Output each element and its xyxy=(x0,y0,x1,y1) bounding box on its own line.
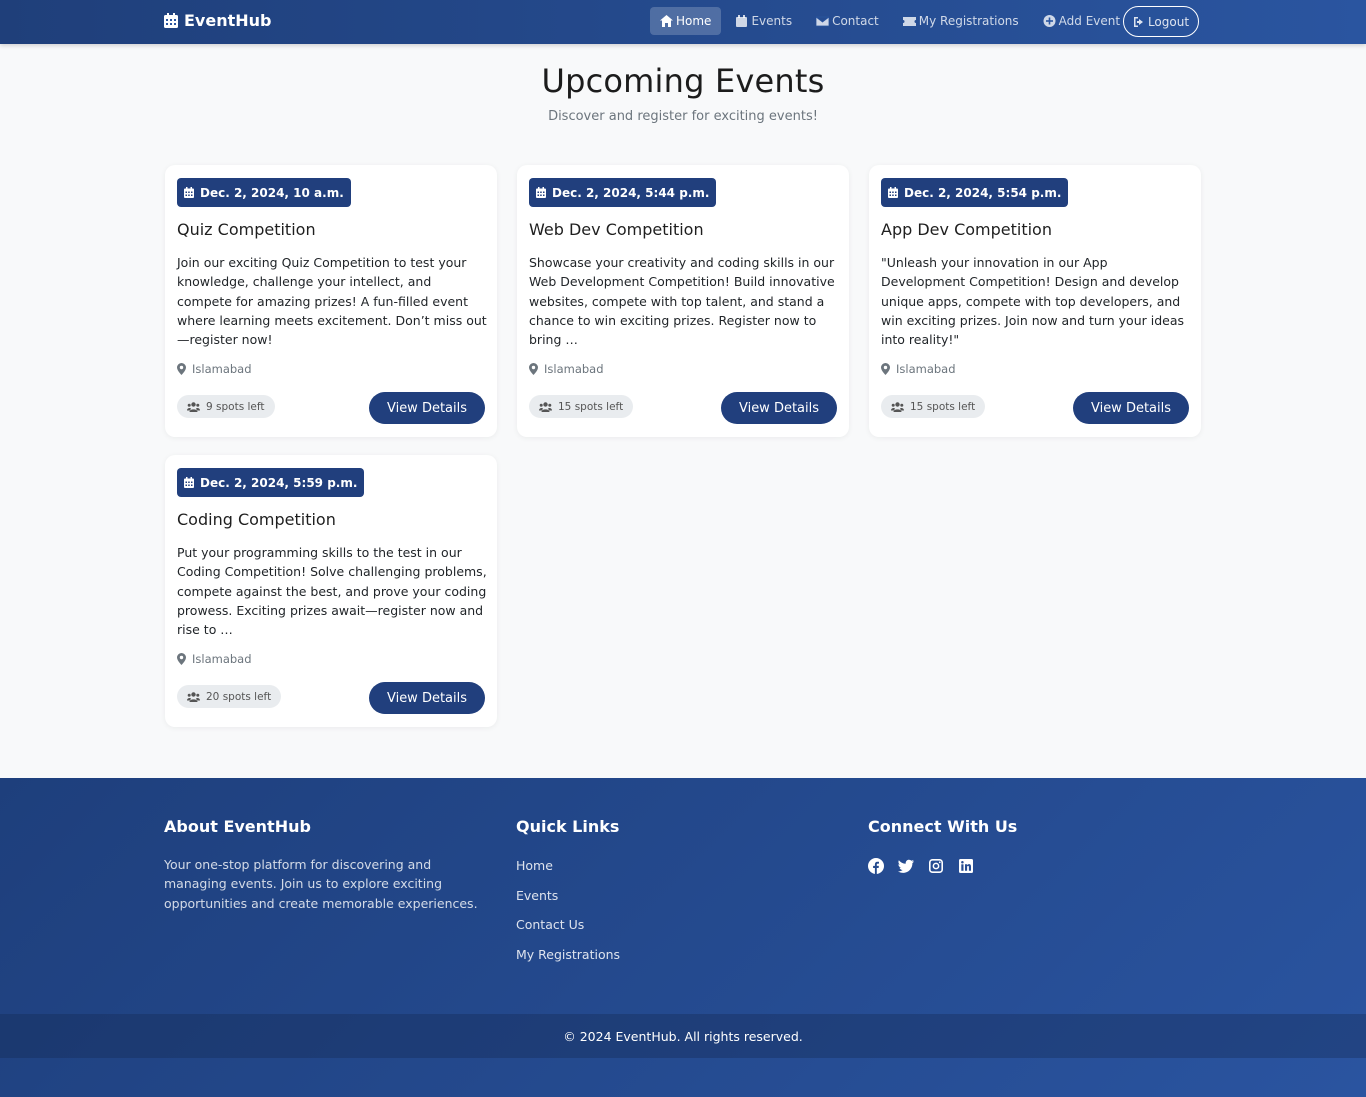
calendar-icon xyxy=(164,13,178,28)
facebook-icon[interactable] xyxy=(868,858,885,875)
nav-my-registrations[interactable]: My Registrations xyxy=(893,7,1029,35)
view-details-button[interactable]: View Details xyxy=(369,392,485,424)
event-description: "Unleash your innovation in our App Deve… xyxy=(881,255,1184,348)
event-date: Dec. 2, 2024, 5:44 p.m. xyxy=(552,185,710,200)
calendar-icon xyxy=(536,187,546,198)
event-title: Quiz Competition xyxy=(177,220,316,239)
spots-badge: 20 spots left xyxy=(177,685,282,708)
view-details-button[interactable]: View Details xyxy=(1073,392,1189,424)
spots-badge: 9 spots left xyxy=(177,395,275,418)
event-location-label: Islamabad xyxy=(896,362,956,376)
footer-link-my-registrations[interactable]: My Registrations xyxy=(516,945,620,964)
sign-out-icon xyxy=(1133,16,1143,27)
spots-left: 15 spots left xyxy=(910,400,976,413)
map-marker-icon xyxy=(529,363,538,375)
event-location-label: Islamabad xyxy=(192,652,252,666)
nav-home[interactable]: Home xyxy=(650,7,722,35)
nav-events-label: Events xyxy=(751,14,793,28)
nav-my-registrations-label: My Registrations xyxy=(918,14,1019,28)
map-marker-icon xyxy=(881,363,890,375)
date-badge: Dec. 2, 2024, 10 a.m. xyxy=(177,178,351,207)
event-location: Islamabad xyxy=(177,362,252,376)
calendar-icon xyxy=(184,187,194,198)
view-details-button[interactable]: View Details xyxy=(369,682,485,714)
footer-link-home[interactable]: Home xyxy=(516,856,620,875)
logout-label: Logout xyxy=(1147,14,1190,29)
nav-contact-label: Contact xyxy=(832,14,879,28)
footer-link-contact[interactable]: Contact Us xyxy=(516,915,620,934)
footer-link-events[interactable]: Events xyxy=(516,886,620,905)
spots-badge: 15 spots left xyxy=(529,395,634,418)
calendar-icon xyxy=(736,15,748,27)
event-description: Put your programming skills to the test … xyxy=(177,545,487,638)
users-icon xyxy=(187,691,200,702)
event-card: Dec. 2, 2024, 5:59 p.m. Coding Competiti… xyxy=(165,455,497,727)
spots-badge: 15 spots left xyxy=(881,395,986,418)
page-title: Upcoming Events xyxy=(541,62,825,100)
brand-name: EventHub xyxy=(184,11,272,30)
footer-quick-links: Home Events Contact Us My Registrations xyxy=(516,856,620,974)
spots-left: 20 spots left xyxy=(206,690,272,703)
footer-connect-title: Connect With Us xyxy=(868,817,1018,836)
event-date: Dec. 2, 2024, 10 a.m. xyxy=(200,185,344,200)
copyright-bar: © 2024 EventHub. All rights reserved. xyxy=(0,1014,1366,1058)
map-marker-icon xyxy=(177,653,186,665)
event-title: App Dev Competition xyxy=(881,220,1052,239)
event-card: Dec. 2, 2024, 10 a.m. Quiz Competition J… xyxy=(165,165,497,437)
event-card: Dec. 2, 2024, 5:54 p.m. App Dev Competit… xyxy=(869,165,1201,437)
brand-logo[interactable]: EventHub xyxy=(164,11,271,30)
date-badge: Dec. 2, 2024, 5:44 p.m. xyxy=(529,178,717,207)
linkedin-icon[interactable] xyxy=(958,858,975,875)
footer-about-text: Your one-stop platform for discovering a… xyxy=(164,857,478,911)
event-date: Dec. 2, 2024, 5:54 p.m. xyxy=(904,185,1062,200)
event-location-label: Islamabad xyxy=(192,362,252,376)
plus-circle-icon xyxy=(1043,15,1056,27)
event-location-label: Islamabad xyxy=(544,362,604,376)
nav-events[interactable]: Events xyxy=(725,7,802,35)
navbar: EventHub Home Events Contact My Registra… xyxy=(0,0,1366,44)
date-badge: Dec. 2, 2024, 5:59 p.m. xyxy=(177,468,365,497)
users-icon xyxy=(187,401,200,412)
event-description: Join our exciting Quiz Competition to te… xyxy=(177,255,487,348)
envelope-icon xyxy=(816,16,830,27)
event-date: Dec. 2, 2024, 5:59 p.m. xyxy=(200,475,358,490)
logout-button[interactable]: Logout xyxy=(1123,6,1199,37)
home-icon xyxy=(660,15,673,27)
footer: About EventHub Your one-stop platform fo… xyxy=(0,778,1366,1097)
instagram-icon[interactable] xyxy=(928,858,945,875)
event-title: Web Dev Competition xyxy=(529,220,704,239)
footer-links-title: Quick Links xyxy=(516,817,620,836)
calendar-icon xyxy=(888,187,898,198)
social-links xyxy=(868,858,975,875)
map-marker-icon xyxy=(177,363,186,375)
users-icon xyxy=(539,401,552,412)
page-subtitle: Discover and register for exciting event… xyxy=(548,109,818,124)
nav-add-event-label: Add Event xyxy=(1058,14,1121,28)
users-icon xyxy=(891,401,904,412)
event-description: Showcase your creativity and coding skil… xyxy=(529,255,835,348)
event-card: Dec. 2, 2024, 5:44 p.m. Web Dev Competit… xyxy=(517,165,849,437)
ticket-icon xyxy=(902,17,916,26)
spots-left: 9 spots left xyxy=(206,400,265,413)
event-location: Islamabad xyxy=(177,652,252,666)
nav-links: Home Events Contact My Registrations Add… xyxy=(650,7,1134,35)
event-location: Islamabad xyxy=(529,362,604,376)
view-details-button[interactable]: View Details xyxy=(721,392,837,424)
nav-add-event[interactable]: Add Event xyxy=(1033,7,1130,35)
footer-about-title: About EventHub xyxy=(164,817,311,836)
nav-contact[interactable]: Contact xyxy=(806,7,889,35)
copyright-text: © 2024 EventHub. All rights reserved. xyxy=(563,1028,803,1044)
event-title: Coding Competition xyxy=(177,510,336,529)
calendar-icon xyxy=(184,477,194,488)
date-badge: Dec. 2, 2024, 5:54 p.m. xyxy=(881,178,1069,207)
spots-left: 15 spots left xyxy=(558,400,624,413)
nav-home-label: Home xyxy=(676,14,712,28)
twitter-icon[interactable] xyxy=(898,858,915,875)
event-location: Islamabad xyxy=(881,362,956,376)
